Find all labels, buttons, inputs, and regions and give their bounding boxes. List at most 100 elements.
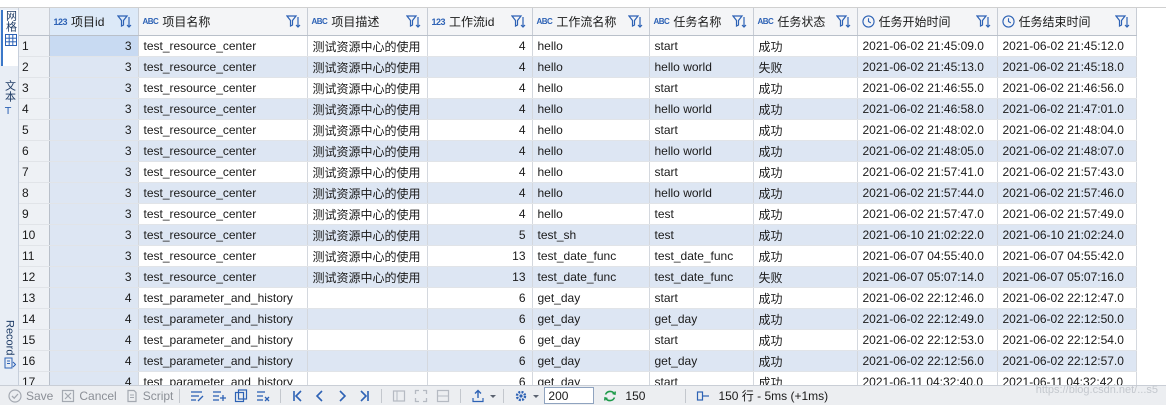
table-cell[interactable]: 2021-06-02 22:12:54.0 [997,329,1137,351]
script-button[interactable]: Script [125,387,173,405]
table-cell[interactable]: 2021-06-02 21:57:41.0 [857,161,998,183]
table-cell[interactable]: 成功 [753,287,858,309]
table-cell[interactable]: 测试资源中心的使用 [307,119,428,141]
table-cell[interactable]: 成功 [753,98,858,120]
row-number-cell[interactable]: 15 [19,329,50,351]
table-cell[interactable]: 4 [427,182,533,204]
table-cell[interactable]: 测试资源中心的使用 [307,245,428,267]
table-cell[interactable]: 2021-06-10 21:02:24.0 [997,224,1137,246]
table-cell[interactable]: 5 [427,224,533,246]
table-cell[interactable]: 3 [49,182,139,204]
row-number-cell[interactable]: 5 [19,119,50,141]
row-number-cell[interactable]: 12 [19,266,50,288]
table-row[interactable]: 17 4 test_parameter_and_history 6 get_day sta… [19,371,1137,385]
filter-icon[interactable] [405,13,423,31]
table-cell[interactable]: 测试资源中心的使用 [307,98,428,120]
table-cell[interactable]: test_resource_center [138,56,308,78]
table-row[interactable]: 15 4 test_parameter_and_history 6 get_day sta… [19,329,1137,351]
table-cell[interactable]: get_day [532,329,650,351]
table-cell[interactable]: hello [532,119,650,141]
table-cell[interactable]: test_parameter_and_history [138,329,308,351]
row-number-cell[interactable]: 11 [19,245,50,267]
table-cell[interactable]: 2021-06-07 04:55:42.0 [997,245,1137,267]
table-row[interactable]: 4 3 test_resource_center 测试资源中心的使用 4 hello hel… [19,98,1137,120]
table-cell[interactable]: hello world [649,140,754,162]
panel-icon[interactable] [391,388,407,404]
table-cell[interactable]: 3 [49,98,139,120]
table-cell[interactable]: 3 [49,119,139,141]
table-cell[interactable]: 2021-06-02 21:57:46.0 [997,182,1137,204]
table-cell[interactable]: test [649,224,754,246]
table-row[interactable]: 5 3 test_resource_center 测试资源中心的使用 4 hello sta… [19,119,1137,141]
table-cell[interactable]: 测试资源中心的使用 [307,182,428,204]
table-row[interactable]: 6 3 test_resource_center 测试资源中心的使用 4 hello hel… [19,140,1137,162]
column-header[interactable]: 123 工作流id [427,8,533,36]
table-row[interactable]: 3 3 test_resource_center 测试资源中心的使用 4 hello sta… [19,77,1137,99]
table-row[interactable]: 11 3 test_resource_center 测试资源中心的使用 13 test_d… [19,245,1137,267]
row-number-cell[interactable]: 1 [19,35,50,57]
table-cell[interactable]: test_resource_center [138,245,308,267]
table-cell[interactable]: test_date_func [532,266,650,288]
export-dropdown-icon[interactable] [489,388,497,404]
table-cell[interactable]: 4 [49,350,139,372]
filter-icon[interactable] [627,13,645,31]
table-cell[interactable]: 4 [427,35,533,57]
row-number-cell[interactable]: 17 [19,371,50,385]
table-cell[interactable]: 2021-06-02 21:45:18.0 [997,56,1137,78]
table-cell[interactable]: start [649,35,754,57]
table-cell[interactable]: 2021-06-11 04:32:40.0 [857,371,998,385]
table-cell[interactable]: 3 [49,161,139,183]
table-cell[interactable]: test_sh [532,224,650,246]
column-header[interactable]: 任务开始时间 [857,8,998,36]
table-cell[interactable]: 2021-06-02 21:45:12.0 [997,35,1137,57]
table-cell[interactable]: 成功 [753,329,858,351]
table-cell[interactable]: start [649,371,754,385]
table-row[interactable]: 8 3 test_resource_center 测试资源中心的使用 4 hello hel… [19,182,1137,204]
table-cell[interactable]: 测试资源中心的使用 [307,161,428,183]
last-page-icon[interactable] [356,388,372,404]
table-cell[interactable]: 成功 [753,119,858,141]
table-cell[interactable]: test_resource_center [138,161,308,183]
table-cell[interactable]: 2021-06-02 21:45:13.0 [857,56,998,78]
table-cell[interactable]: 2021-06-02 21:57:47.0 [857,203,998,225]
table-cell[interactable]: 2021-06-02 21:57:49.0 [997,203,1137,225]
table-cell[interactable]: 成功 [753,245,858,267]
next-page-icon[interactable] [334,388,350,404]
table-cell[interactable]: 3 [49,203,139,225]
filter-icon[interactable] [116,13,134,31]
export-icon[interactable] [470,388,486,404]
table-cell[interactable] [307,329,428,351]
view-tab-text[interactable]: 文本 T [1,80,18,132]
table-row[interactable]: 16 4 test_parameter_and_history 6 get_day get… [19,350,1137,372]
table-cell[interactable]: hello [532,140,650,162]
table-cell[interactable]: 2021-06-11 04:32:42.0 [997,371,1137,385]
table-cell[interactable]: test_date_func [649,266,754,288]
table-cell[interactable]: 2021-06-07 04:55:40.0 [857,245,998,267]
table-cell[interactable]: 2021-06-02 22:12:46.0 [857,287,998,309]
table-cell[interactable]: test [649,203,754,225]
table-cell[interactable]: test_parameter_and_history [138,350,308,372]
table-cell[interactable]: 3 [49,224,139,246]
table-cell[interactable]: 测试资源中心的使用 [307,266,428,288]
table-cell[interactable]: 3 [49,35,139,57]
table-cell[interactable]: test_resource_center [138,35,308,57]
table-cell[interactable]: hello [532,35,650,57]
view-tab-record[interactable]: Record [1,320,18,382]
table-cell[interactable]: 2021-06-02 22:12:50.0 [997,308,1137,330]
table-cell[interactable]: 测试资源中心的使用 [307,56,428,78]
table-cell[interactable]: 2021-06-02 21:48:07.0 [997,140,1137,162]
table-cell[interactable]: 失败 [753,266,858,288]
table-cell[interactable]: 2021-06-02 21:57:44.0 [857,182,998,204]
column-header[interactable]: ABC 任务状态 [753,8,858,36]
table-cell[interactable]: 2021-06-02 21:57:43.0 [997,161,1137,183]
table-row[interactable]: 14 4 test_parameter_and_history 6 get_day get… [19,308,1137,330]
settings-dropdown-icon[interactable] [532,388,540,404]
table-cell[interactable]: get_day [649,308,754,330]
column-header[interactable]: ABC 任务名称 [649,8,754,36]
table-cell[interactable]: 3 [49,77,139,99]
table-cell[interactable]: hello [532,182,650,204]
table-cell[interactable]: 2021-06-02 21:48:02.0 [857,119,998,141]
table-cell[interactable]: 4 [49,287,139,309]
table-cell[interactable]: 成功 [753,350,858,372]
table-cell[interactable]: 13 [427,245,533,267]
